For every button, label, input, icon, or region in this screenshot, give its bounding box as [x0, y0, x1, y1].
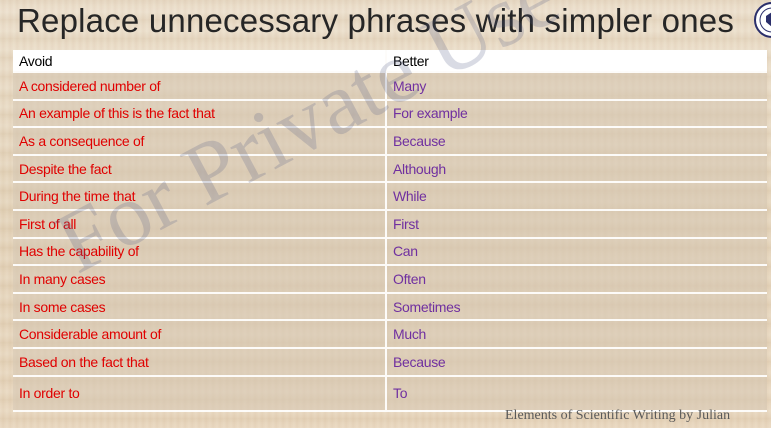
- avoid-cell: In some cases: [13, 292, 386, 322]
- avoid-cell: Despite the fact: [13, 154, 386, 184]
- avoid-cell: An example of this is the fact that: [13, 99, 386, 129]
- better-cell: Sometimes: [385, 292, 767, 322]
- table-header-row: Avoid Better: [13, 50, 767, 73]
- better-cell: While: [385, 182, 767, 211]
- table-row: A considered number of Many: [13, 72, 767, 101]
- better-cell: Many: [385, 72, 767, 101]
- better-cell: Although: [385, 154, 767, 184]
- avoid-cell: In many cases: [13, 265, 386, 294]
- better-cell: For example: [385, 99, 767, 129]
- table-row: First of all First: [13, 209, 767, 239]
- institution-logo-icon: [754, 2, 771, 38]
- table-row: In order to To: [13, 375, 767, 412]
- table-row: As a consequence of Because: [13, 127, 767, 156]
- slide-title: Replace unnecessary phrases with simpler…: [17, 2, 735, 39]
- better-cell: Much: [385, 320, 767, 349]
- better-cell: Because: [385, 347, 767, 377]
- better-cell: To: [385, 375, 767, 412]
- avoid-cell: A considered number of: [13, 72, 386, 101]
- table-row: During the time that While: [13, 182, 767, 211]
- better-cell: Often: [385, 265, 767, 294]
- better-cell: First: [385, 209, 767, 239]
- table-row: In many cases Often: [13, 265, 767, 294]
- table-row: Considerable amount of Much: [13, 320, 767, 349]
- table-row: Has the capability of Can: [13, 237, 767, 267]
- table-row: Based on the fact that Because: [13, 347, 767, 377]
- better-cell: Because: [385, 127, 767, 156]
- avoid-cell: Considerable amount of: [13, 320, 386, 349]
- avoid-cell: Has the capability of: [13, 237, 386, 267]
- phrases-table: Avoid Better A considered number of Many…: [13, 50, 767, 412]
- table-row: Despite the fact Although: [13, 154, 767, 184]
- avoid-cell: As a consequence of: [13, 127, 386, 156]
- avoid-cell: First of all: [13, 209, 386, 239]
- avoid-cell: Based on the fact that: [13, 347, 386, 377]
- avoid-cell: During the time that: [13, 182, 386, 211]
- table-row: In some cases Sometimes: [13, 292, 767, 322]
- header-better: Better: [385, 50, 767, 73]
- header-avoid: Avoid: [13, 50, 386, 73]
- avoid-cell: In order to: [13, 375, 386, 412]
- better-cell: Can: [385, 237, 767, 267]
- footer-credit: Elements of Scientific Writing by Julian: [505, 408, 731, 423]
- table-row: An example of this is the fact that For …: [13, 99, 767, 129]
